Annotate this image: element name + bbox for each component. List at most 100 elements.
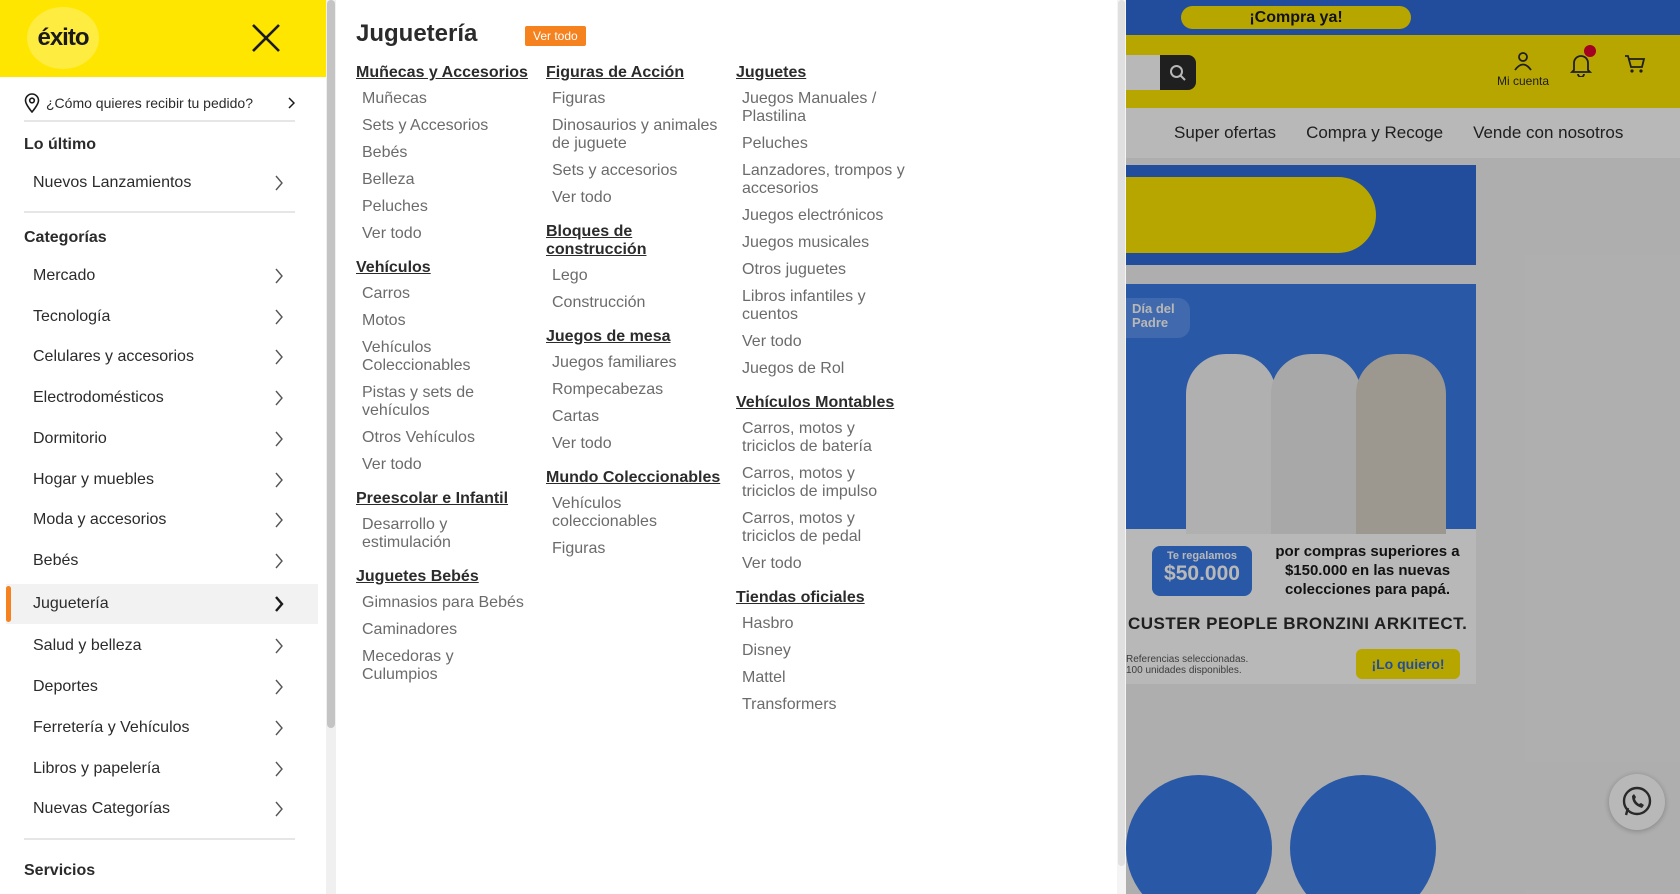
subcategory-group-title[interactable]: Figuras de Acción bbox=[546, 64, 721, 82]
chevron-right-icon bbox=[275, 638, 283, 654]
close-icon bbox=[252, 24, 280, 52]
drawer-item-label: Electrodomésticos bbox=[33, 389, 164, 406]
drawer-item-dormitorio[interactable]: Dormitorio bbox=[6, 419, 318, 459]
subcategory-link[interactable]: Carros, motos y triciclos de batería bbox=[736, 416, 911, 461]
subcategory-link[interactable]: Desarrollo y estimulación bbox=[356, 512, 531, 557]
subcategory-link[interactable]: Transformers bbox=[736, 692, 911, 719]
subcategory-link[interactable]: Ver todo bbox=[736, 329, 911, 356]
drawer-item-label: Celulares y accesorios bbox=[33, 348, 194, 365]
chevron-right-icon bbox=[275, 679, 283, 695]
subcategory-group-title[interactable]: Vehículos bbox=[356, 259, 531, 277]
subcategory-link[interactable]: Construcción bbox=[546, 290, 721, 317]
subcategory-link[interactable]: Rompecabezas bbox=[546, 377, 721, 404]
subcategory-column-3: Juguetes Juegos Manuales / Plastilina Pelu… bbox=[736, 64, 911, 719]
subcategory-link[interactable]: Otros juguetes bbox=[736, 257, 911, 284]
subcategory-link[interactable]: Hasbro bbox=[736, 611, 911, 638]
subcategory-group-title[interactable]: Mundo Coleccionables bbox=[546, 469, 721, 487]
subcategory-link[interactable]: Dinosaurios y animales de juguete bbox=[546, 113, 721, 158]
drawer-item-label: Dormitorio bbox=[33, 430, 107, 447]
subcategory-link[interactable]: Pistas y sets de vehículos bbox=[356, 380, 531, 425]
drawer-item-deportes[interactable]: Deportes bbox=[6, 667, 318, 707]
subcategory-group-title[interactable]: Juguetes Bebés bbox=[356, 568, 531, 586]
modal-overlay[interactable] bbox=[1126, 0, 1680, 894]
subcategory-link[interactable]: Disney bbox=[736, 638, 911, 665]
subcategory-link[interactable]: Juegos Manuales / Plastilina bbox=[736, 86, 911, 131]
subcategory-link[interactable]: Carros, motos y triciclos de pedal bbox=[736, 506, 911, 551]
subcategory-link[interactable]: Cartas bbox=[546, 404, 721, 431]
subcategory-group-title[interactable]: Vehículos Montables bbox=[736, 394, 911, 412]
drawer-item-tecnologia[interactable]: Tecnología bbox=[6, 297, 318, 337]
drawer-scrollbar-thumb[interactable] bbox=[327, 0, 335, 728]
drawer-item-nuevos-lanzamientos[interactable]: Nuevos Lanzamientos bbox=[6, 163, 318, 203]
subcategory-link[interactable]: Ver todo bbox=[546, 185, 721, 212]
subcategory-column-1: Muñecas y Accesorios Muñecas Sets y Acceso… bbox=[356, 64, 531, 689]
subcategory-link[interactable]: Juegos familiares bbox=[546, 350, 721, 377]
subcategory-link[interactable]: Sets y accesorios bbox=[546, 158, 721, 185]
subcategory-link[interactable]: Libros infantiles y cuentos bbox=[736, 284, 911, 329]
view-all-button[interactable]: Ver todo bbox=[525, 26, 586, 46]
subcategory-link[interactable]: Peluches bbox=[736, 131, 911, 158]
category-drawer: éxito ¿Cómo quieres recibir tu pedido? L… bbox=[0, 0, 326, 894]
subcategory-link[interactable]: Bebés bbox=[356, 140, 531, 167]
drawer-item-jugueteria[interactable]: Juguetería bbox=[6, 584, 318, 624]
subcategory-link[interactable]: Caminadores bbox=[356, 617, 531, 644]
subcategory-link[interactable]: Juegos electrónicos bbox=[736, 203, 911, 230]
chevron-right-icon bbox=[275, 472, 283, 488]
subcategory-link[interactable]: Juegos de Rol bbox=[736, 356, 911, 383]
drawer-item-label: Tecnología bbox=[33, 308, 111, 325]
drawer-item-label: Nuevas Categorías bbox=[33, 800, 170, 817]
drawer-item-hogar[interactable]: Hogar y muebles bbox=[6, 460, 318, 500]
drawer-item-label: Deportes bbox=[33, 678, 98, 695]
drawer-item-ferreteria[interactable]: Ferretería y Vehículos bbox=[6, 708, 318, 748]
subcategory-group-title[interactable]: Preescolar e Infantil bbox=[356, 490, 531, 508]
subcategory-link[interactable]: Lanzadores, trompos y accesorios bbox=[736, 158, 911, 203]
subcategory-link[interactable]: Vehículos coleccionables bbox=[546, 491, 721, 536]
drawer-item-celulares[interactable]: Celulares y accesorios bbox=[6, 337, 318, 377]
subcategory-link[interactable]: Lego bbox=[546, 263, 721, 290]
subcategory-link[interactable]: Carros, motos y triciclos de impulso bbox=[736, 461, 911, 506]
drawer-item-label: Nuevos Lanzamientos bbox=[33, 174, 192, 191]
subcategory-link[interactable]: Ver todo bbox=[356, 452, 531, 479]
subcategory-link[interactable]: Sets y Accesorios bbox=[356, 113, 531, 140]
subcategory-group-title[interactable]: Muñecas y Accesorios bbox=[356, 64, 531, 82]
subcategory-group-title[interactable]: Bloques de construcción bbox=[546, 223, 721, 259]
chevron-right-icon bbox=[275, 390, 283, 406]
subcategory-link[interactable]: Belleza bbox=[356, 167, 531, 194]
subcategory-link[interactable]: Muñecas bbox=[356, 86, 531, 113]
drawer-item-label: Salud y belleza bbox=[33, 637, 142, 654]
drawer-item-salud[interactable]: Salud y belleza bbox=[6, 626, 318, 666]
subcategory-column-2: Figuras de Acción Figuras Dinosaurios y an… bbox=[546, 64, 721, 563]
chevron-right-icon bbox=[275, 720, 283, 736]
chevron-right-icon bbox=[275, 801, 283, 817]
subcategory-link[interactable]: Otros Vehículos bbox=[356, 425, 531, 452]
subcategory-link[interactable]: Mattel bbox=[736, 665, 911, 692]
subcategory-link[interactable]: Figuras bbox=[546, 86, 721, 113]
subcategory-link[interactable]: Ver todo bbox=[356, 221, 531, 248]
categories-section-title: Categorías bbox=[24, 229, 107, 246]
subcategory-link[interactable]: Peluches bbox=[356, 194, 531, 221]
drawer-item-electrodomesticos[interactable]: Electrodomésticos bbox=[6, 378, 318, 418]
subcategory-link[interactable]: Carros bbox=[356, 281, 531, 308]
exito-logo[interactable]: éxito bbox=[27, 7, 99, 69]
panel-scrollbar-thumb[interactable] bbox=[1118, 0, 1125, 866]
drawer-item-moda[interactable]: Moda y accesorios bbox=[6, 500, 318, 540]
subcategory-link[interactable]: Vehículos Coleccionables bbox=[356, 335, 531, 380]
drawer-item-bebes[interactable]: Bebés bbox=[6, 541, 318, 581]
drawer-item-mercado[interactable]: Mercado bbox=[6, 256, 318, 296]
subcategory-link[interactable]: Motos bbox=[356, 308, 531, 335]
subcategory-link[interactable]: Mecedoras y Culumpios bbox=[356, 644, 531, 689]
drawer-item-label: Hogar y muebles bbox=[33, 471, 154, 488]
subcategory-group-title[interactable]: Juegos de mesa bbox=[546, 328, 721, 346]
drawer-divider bbox=[24, 211, 295, 213]
delivery-selector[interactable]: ¿Cómo quieres recibir tu pedido? bbox=[24, 86, 295, 122]
subcategory-link[interactable]: Gimnasios para Bebés bbox=[356, 590, 531, 617]
subcategory-link[interactable]: Ver todo bbox=[736, 551, 911, 578]
subcategory-link[interactable]: Figuras bbox=[546, 536, 721, 563]
close-button[interactable] bbox=[248, 20, 284, 56]
subcategory-group-title[interactable]: Juguetes bbox=[736, 64, 911, 82]
drawer-item-libros[interactable]: Libros y papelería bbox=[6, 749, 318, 789]
subcategory-group-title[interactable]: Tiendas oficiales bbox=[736, 589, 911, 607]
subcategory-link[interactable]: Juegos musicales bbox=[736, 230, 911, 257]
subcategory-link[interactable]: Ver todo bbox=[546, 431, 721, 458]
drawer-item-nuevas-categorias[interactable]: Nuevas Categorías bbox=[6, 789, 318, 829]
